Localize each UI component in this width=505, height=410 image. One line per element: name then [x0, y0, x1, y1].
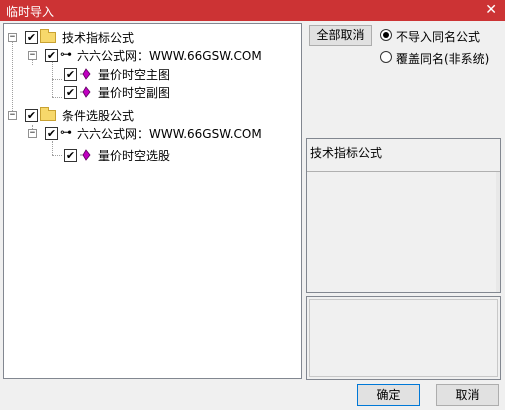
close-icon[interactable]: ✕	[485, 1, 497, 19]
key-icon: ⊶	[60, 47, 72, 61]
folder-icon	[40, 29, 56, 43]
ok-button[interactable]: 确定	[357, 384, 420, 406]
description-area	[309, 299, 498, 377]
formula-info-panel: 技术指标公式	[306, 138, 501, 293]
checkbox[interactable]: ✔	[25, 31, 38, 44]
title-bar: 临时导入 ✕	[0, 0, 505, 21]
tree-node-source[interactable]: − ✔ ⊶ 六六公式网：WWW.66GSW.COM	[4, 124, 300, 142]
tree-node-label: 量价时空主图	[98, 68, 171, 82]
tree-node-label: 六六公式网：WWW.66GSW.COM	[77, 127, 262, 141]
checkbox[interactable]: ✔	[64, 86, 77, 99]
tree-node-stock-screening[interactable]: − ✔ 条件选股公式	[4, 106, 300, 124]
checkbox[interactable]: ✔	[45, 127, 58, 140]
tree-node-label: 量价时空副图	[98, 86, 171, 100]
collapse-toggle[interactable]: −	[8, 33, 17, 42]
tree-node-tech-indicators[interactable]: − ✔ 技术指标公式	[4, 28, 300, 46]
tree-node-label: 条件选股公式	[62, 109, 135, 123]
tree-node-label: 六六公式网：WWW.66GSW.COM	[77, 49, 262, 63]
tree-node-formula[interactable]: ✔ 量价时空副图	[4, 83, 300, 101]
formula-tree[interactable]: − ✔ 技术指标公式 − ✔ ⊶ 六六公式网：WWW.66GSW.COM ✔ 量…	[3, 23, 302, 379]
collapse-toggle[interactable]: −	[8, 111, 17, 120]
formula-icon	[80, 86, 91, 98]
tree-node-formula[interactable]: ✔ 量价时空主图	[4, 65, 300, 83]
checkbox[interactable]: ✔	[45, 49, 58, 62]
tree-node-source[interactable]: − ✔ ⊶ 六六公式网：WWW.66GSW.COM	[4, 46, 300, 64]
checkbox[interactable]: ✔	[25, 109, 38, 122]
key-icon: ⊶	[60, 125, 72, 139]
info-title: 技术指标公式	[310, 146, 383, 160]
overwrite-label[interactable]: 覆盖同名(非系统)	[396, 50, 489, 67]
tree-node-label: 技术指标公式	[62, 31, 135, 45]
scrollbar[interactable]	[496, 172, 500, 292]
tree-node-label: 量价时空选股	[98, 149, 171, 163]
skip-duplicates-label[interactable]: 不导入同名公式	[396, 28, 480, 45]
collapse-toggle[interactable]: −	[28, 51, 37, 60]
formula-icon	[80, 68, 91, 80]
checkbox[interactable]: ✔	[64, 149, 77, 162]
cancel-button[interactable]: 取消	[436, 384, 499, 406]
divider	[307, 171, 500, 172]
tree-node-formula[interactable]: ✔ 量价时空选股	[4, 146, 300, 164]
formula-description-panel	[306, 296, 501, 380]
checkbox[interactable]: ✔	[64, 68, 77, 81]
collapse-toggle[interactable]: −	[28, 129, 37, 138]
skip-duplicates-radio[interactable]	[380, 29, 392, 41]
window-title: 临时导入	[6, 5, 55, 19]
overwrite-radio[interactable]	[380, 51, 392, 63]
formula-icon	[80, 149, 91, 161]
deselect-all-button[interactable]: 全部取消	[309, 25, 372, 46]
folder-icon	[40, 107, 56, 121]
